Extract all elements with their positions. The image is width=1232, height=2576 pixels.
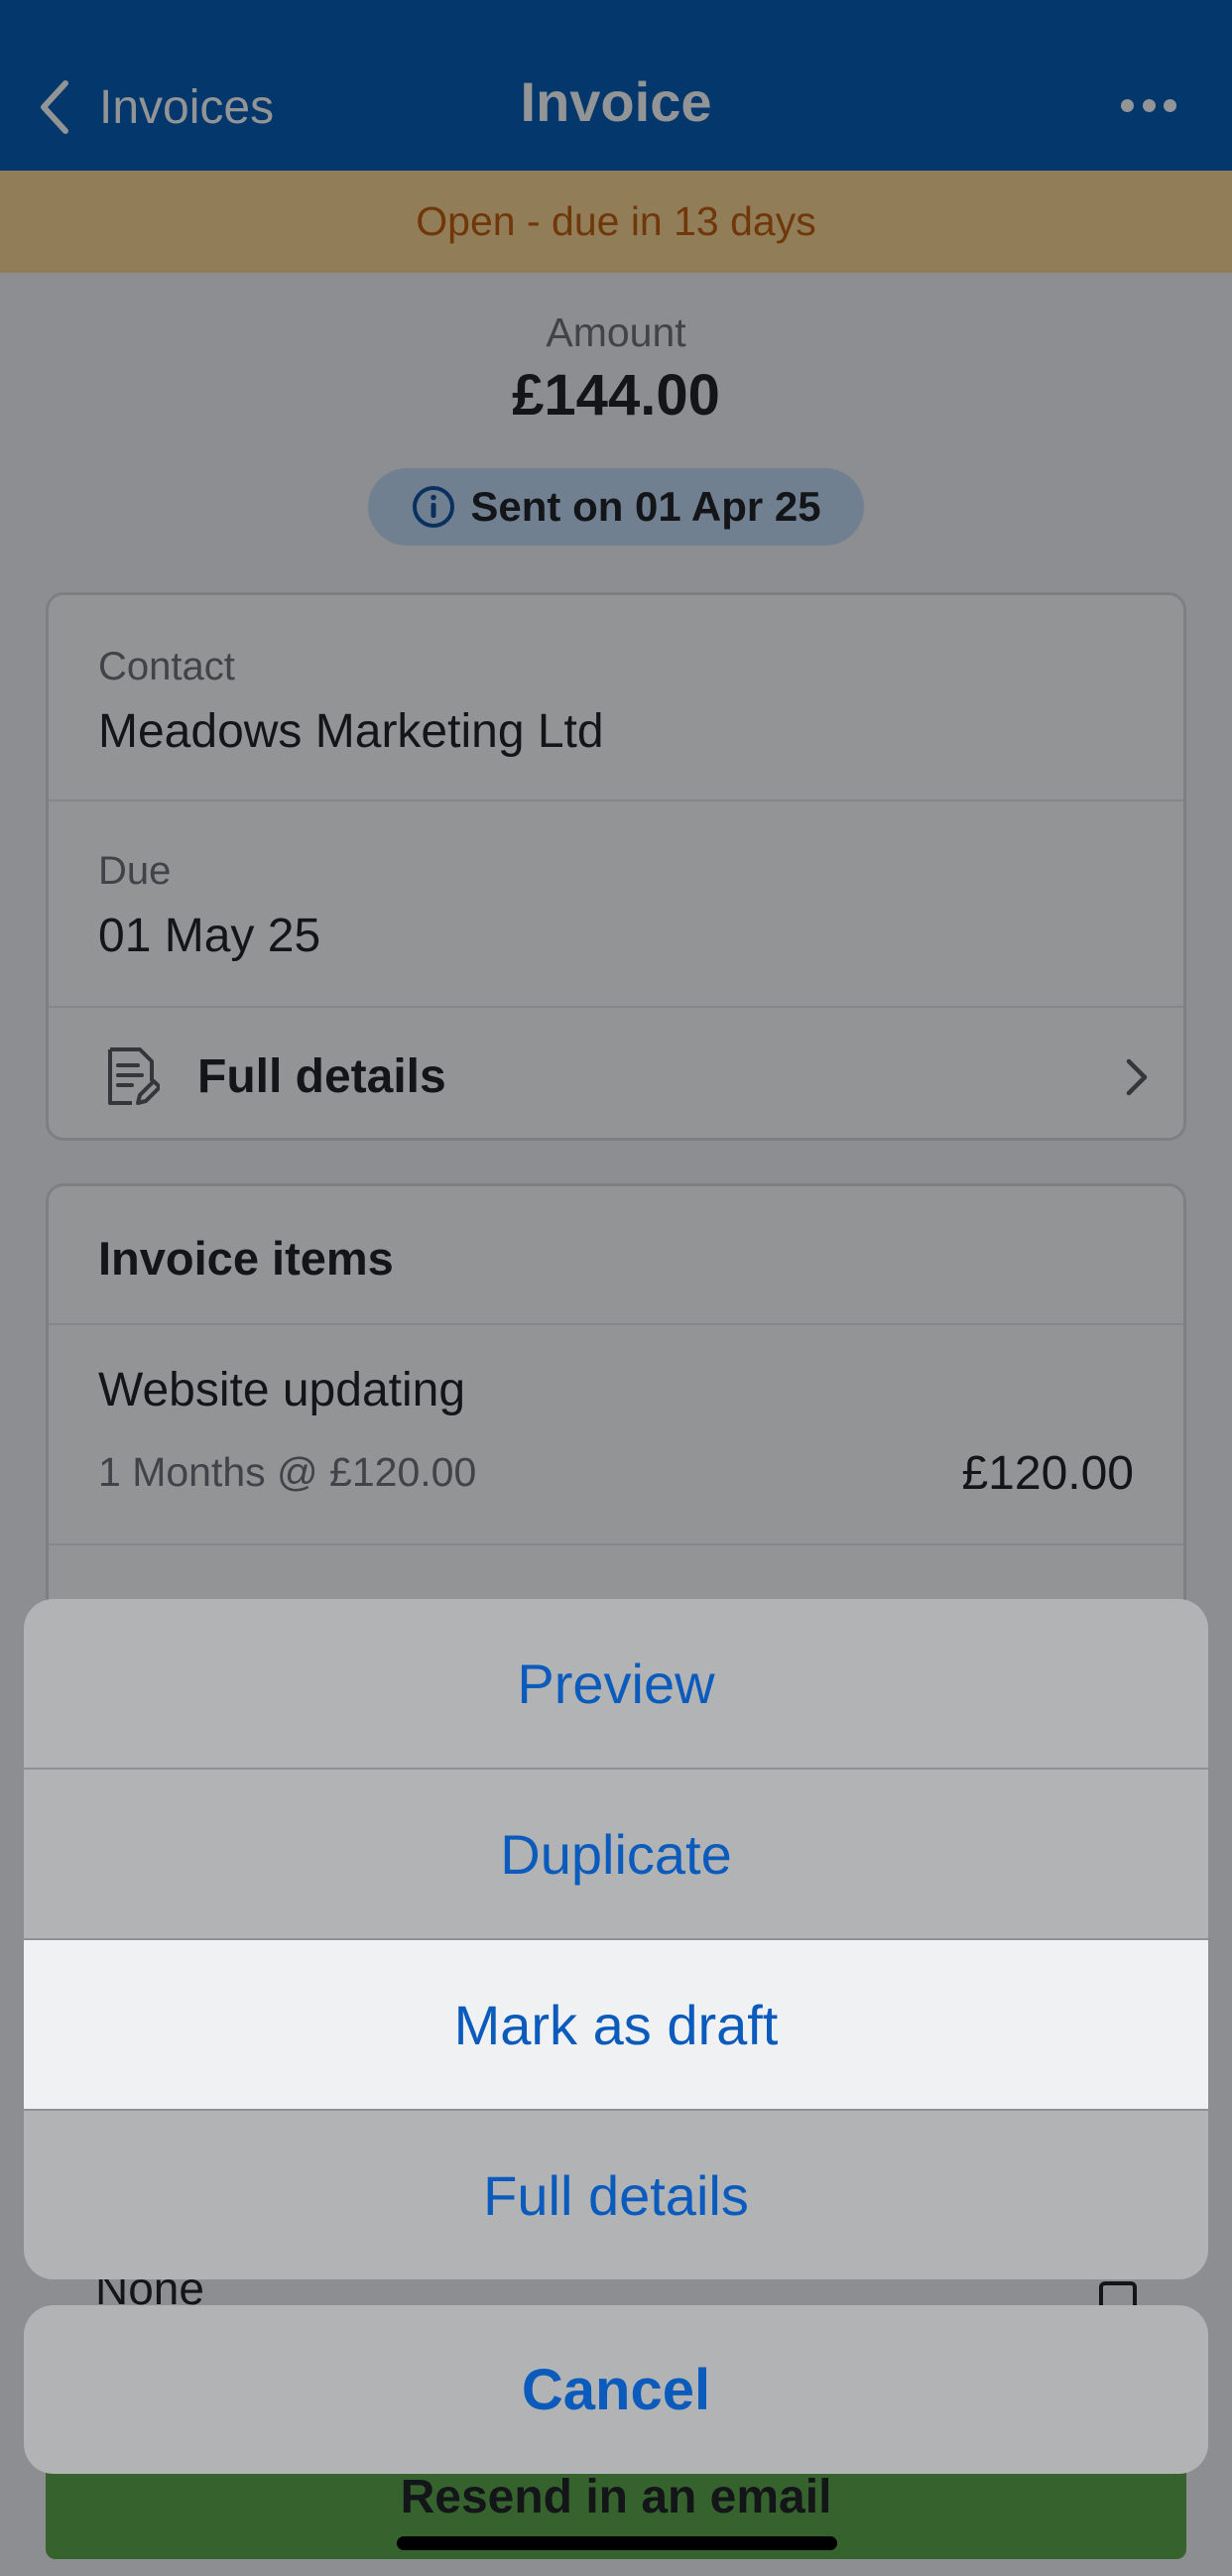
- action-preview[interactable]: Preview: [24, 1599, 1208, 1768]
- action-sheet: Preview Duplicate Mark as draft Full det…: [24, 1599, 1208, 2279]
- home-indicator: [397, 2536, 837, 2550]
- invoice-screen: Invoices Invoice Open - due in 13 days A…: [0, 0, 1232, 2576]
- action-full-details[interactable]: Full details: [24, 2111, 1208, 2279]
- action-duplicate[interactable]: Duplicate: [24, 1770, 1208, 1938]
- action-mark-as-draft[interactable]: Mark as draft: [24, 1940, 1208, 2109]
- cancel-button[interactable]: Cancel: [24, 2305, 1208, 2474]
